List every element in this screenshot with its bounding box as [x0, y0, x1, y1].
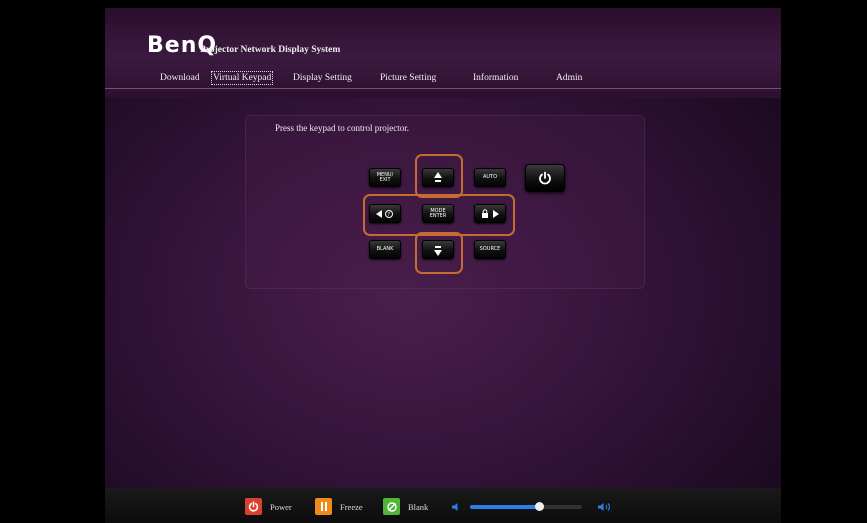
down-key[interactable]: [422, 240, 454, 259]
system-title: Projector Network Display System: [200, 45, 341, 55]
arrow-right-icon: [493, 209, 499, 218]
nav-display-setting[interactable]: Display Setting: [293, 73, 352, 83]
speaker-low-icon: [452, 502, 458, 511]
main-nav: Download Virtual Keypad Display Setting …: [105, 71, 781, 89]
header: BenQ Projector Network Display System Do…: [105, 8, 781, 98]
footer-bar: Power Freeze Blank: [105, 488, 781, 523]
blank-key[interactable]: BLANK: [369, 240, 401, 259]
app-window: BenQ Projector Network Display System Do…: [105, 8, 781, 523]
power-icon: [248, 501, 259, 512]
arrow-up-icon: [434, 171, 442, 182]
nav-download[interactable]: Download: [160, 73, 200, 83]
volume-down-button[interactable]: [449, 498, 463, 515]
footer-freeze-button[interactable]: [315, 498, 332, 515]
footer-freeze-label: Freeze: [340, 502, 363, 512]
left-help-key[interactable]: ?: [369, 204, 401, 223]
keypad-instruction: Press the keypad to control projector.: [275, 123, 409, 133]
source-key[interactable]: SOURCE: [474, 240, 506, 259]
footer-blank-button[interactable]: [383, 498, 400, 515]
volume-fill: [470, 505, 540, 509]
speaker-high-icon: [598, 502, 610, 511]
menu-exit-key[interactable]: MENU/ EXIT: [369, 168, 401, 187]
lock-icon: [482, 208, 488, 218]
nav-picture-setting[interactable]: Picture Setting: [380, 73, 436, 83]
mode-enter-key[interactable]: MODE ENTER: [422, 204, 454, 223]
nav-virtual-keypad[interactable]: Virtual Keypad: [210, 71, 274, 85]
footer-power-label: Power: [270, 502, 292, 512]
lock-right-key[interactable]: [474, 204, 506, 223]
left-help-icons: ?: [376, 209, 393, 218]
keypad-panel: [245, 115, 645, 289]
pause-icon: [320, 502, 327, 511]
lock-right-icons: [482, 208, 499, 218]
arrow-down-icon: [434, 245, 442, 256]
power-key[interactable]: [525, 164, 565, 192]
footer-blank-label: Blank: [408, 502, 429, 512]
volume-slider[interactable]: [470, 502, 582, 511]
nav-information[interactable]: Information: [473, 73, 518, 83]
auto-key[interactable]: AUTO: [474, 168, 506, 187]
footer-power-button[interactable]: [245, 498, 262, 515]
volume-up-button[interactable]: [595, 498, 615, 515]
volume-thumb[interactable]: [535, 502, 545, 511]
arrow-left-icon: [376, 209, 382, 218]
up-key[interactable]: [422, 168, 454, 187]
help-glyph: ?: [387, 212, 390, 218]
nav-admin[interactable]: Admin: [556, 73, 582, 83]
blank-screen-icon: [386, 501, 397, 512]
power-icon: [539, 171, 551, 185]
